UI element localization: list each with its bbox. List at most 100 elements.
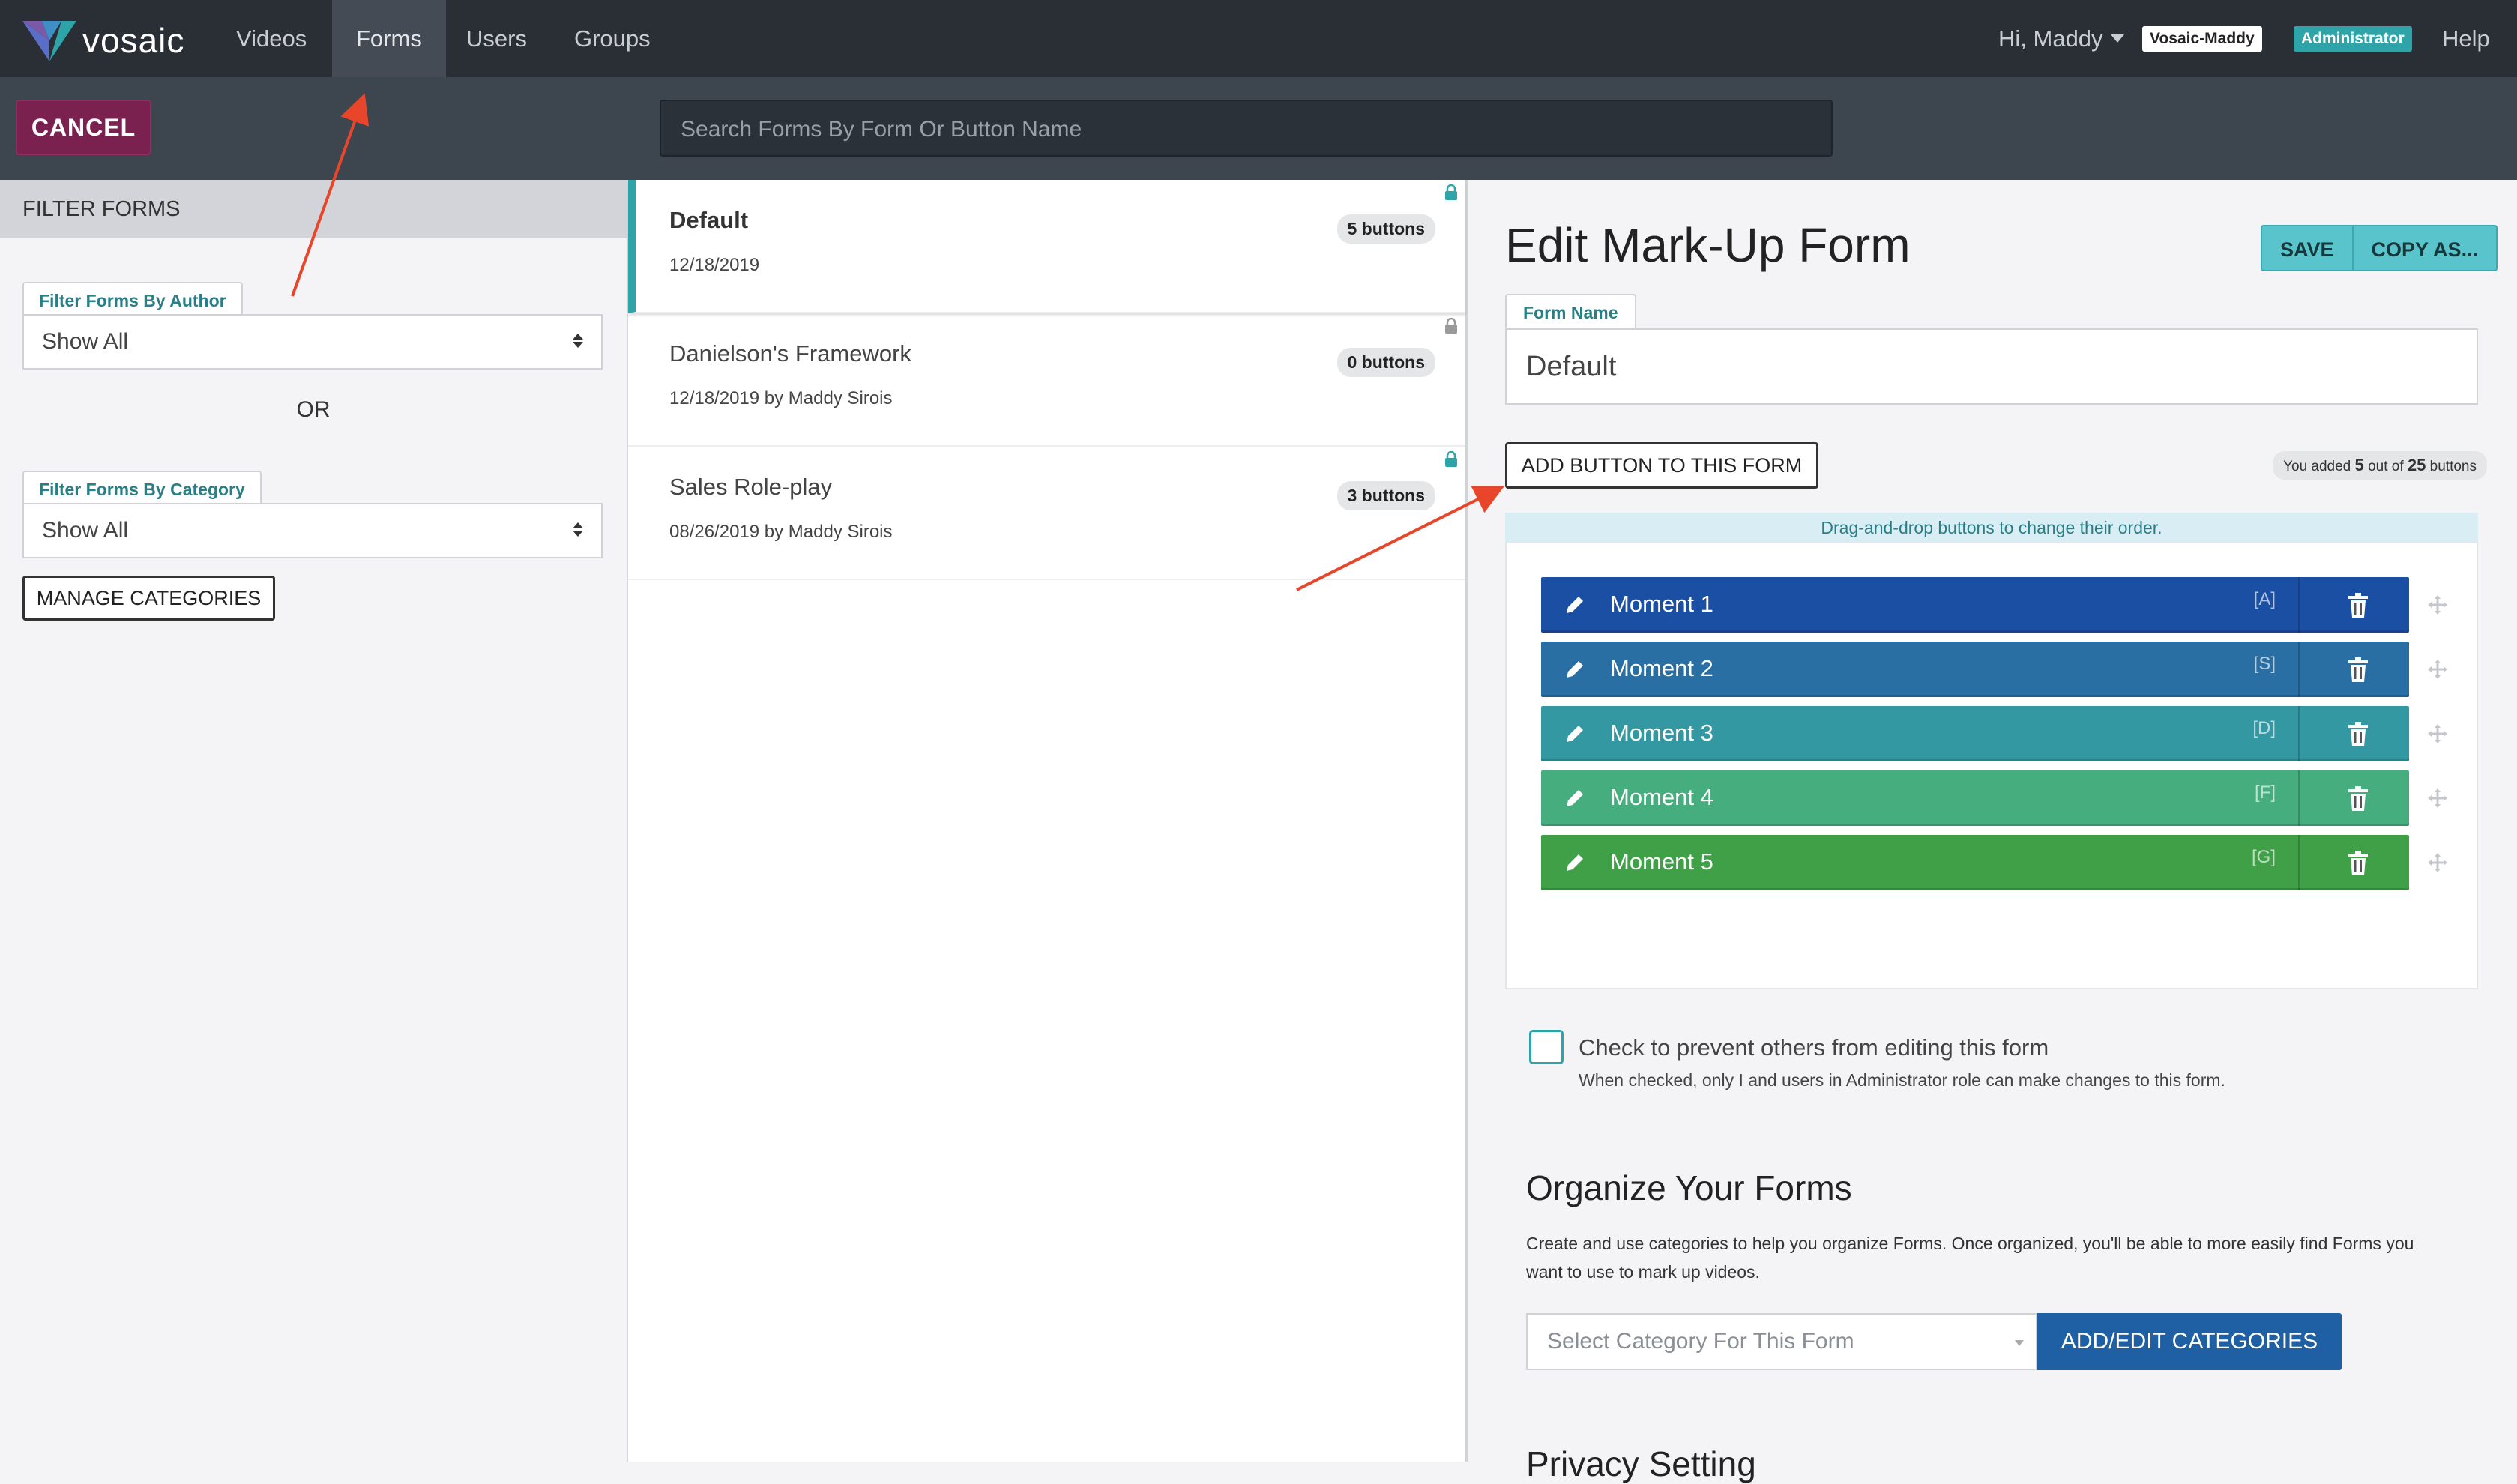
form-date: 08/26/2019 by Maddy Sirois bbox=[669, 522, 893, 542]
top-navbar: vosaic Videos Forms Users Groups Hi, Mad… bbox=[0, 0, 2517, 77]
author-select[interactable]: Show All bbox=[22, 314, 603, 370]
usage-prefix: You added bbox=[2283, 459, 2351, 474]
moment-shortcut: [G] bbox=[2251, 847, 2276, 867]
author-select-value: Show All bbox=[42, 329, 129, 354]
pencil-icon[interactable] bbox=[1562, 850, 1588, 875]
search-input[interactable]: Search Forms By Form Or Button Name bbox=[660, 100, 1833, 157]
edit-form-panel: Edit Mark-Up Form SAVE COPY AS... Form N… bbox=[1468, 180, 2517, 1483]
author-filter: Filter Forms By Author Show All bbox=[22, 280, 603, 370]
form-title: Default bbox=[669, 207, 749, 233]
category-select-value: Show All bbox=[42, 518, 129, 543]
trash-icon[interactable] bbox=[2347, 786, 2369, 812]
pencil-icon[interactable] bbox=[1562, 721, 1588, 746]
page-title: Edit Mark-Up Form bbox=[1505, 218, 1911, 272]
usage-max: 25 bbox=[2407, 456, 2426, 474]
vosaic-logo-icon bbox=[22, 21, 76, 61]
pencil-icon[interactable] bbox=[1562, 657, 1588, 682]
nav-videos[interactable]: Videos bbox=[212, 0, 331, 77]
form-list-item[interactable]: Danielson's Framework 12/18/2019 by Madd… bbox=[628, 313, 1465, 447]
pencil-icon[interactable] bbox=[1562, 785, 1588, 811]
save-button[interactable]: SAVE bbox=[2261, 225, 2354, 271]
moment-shortcut: [F] bbox=[2255, 782, 2276, 803]
form-date: 12/18/2019 by Maddy Sirois bbox=[669, 388, 893, 408]
user-greeting[interactable]: Hi, Maddy bbox=[1998, 25, 2103, 52]
drag-handle-icon[interactable] bbox=[2427, 788, 2448, 809]
moment-button-3[interactable]: Moment 3 [D] bbox=[1541, 706, 2409, 761]
filter-panel: FILTER FORMS Filter Forms By Author Show… bbox=[0, 180, 628, 1462]
add-edit-categories-button[interactable]: ADD/EDIT CATEGORIES bbox=[2037, 1313, 2342, 1370]
usage-mid: out of bbox=[2368, 459, 2404, 474]
add-button-to-form-button[interactable]: ADD BUTTON TO THIS FORM bbox=[1505, 442, 1818, 489]
chevron-down-icon[interactable] bbox=[2110, 34, 2124, 43]
moment-button-4[interactable]: Moment 4 [F] bbox=[1541, 770, 2409, 826]
moment-shortcut: [A] bbox=[2253, 589, 2276, 609]
user-menu[interactable]: Hi, Maddy bbox=[1998, 0, 2124, 77]
select-arrows-icon bbox=[573, 334, 583, 348]
form-name-label: Form Name bbox=[1505, 294, 1636, 328]
trash-icon[interactable] bbox=[2347, 722, 2369, 747]
button-usage-badge: You added 5 out of 25 buttons bbox=[2273, 451, 2487, 480]
vosaic-logo[interactable]: vosaic bbox=[22, 18, 184, 63]
drag-handle-icon[interactable] bbox=[2427, 659, 2448, 680]
or-label: OR bbox=[296, 397, 331, 422]
moment-button-5[interactable]: Moment 5 [G] bbox=[1541, 835, 2409, 890]
divider bbox=[2298, 770, 2300, 826]
form-list-item[interactable]: Sales Role-play 08/26/2019 by Maddy Siro… bbox=[628, 447, 1465, 580]
logo-text: vosaic bbox=[82, 21, 185, 60]
category-filter-label: Filter Forms By Category bbox=[22, 471, 262, 504]
trash-icon[interactable] bbox=[2347, 851, 2369, 876]
form-title: Danielson's Framework bbox=[669, 340, 911, 367]
help-link[interactable]: Help bbox=[2442, 25, 2490, 52]
moment-label: Moment 3 bbox=[1610, 720, 1713, 746]
usage-count: 5 bbox=[2354, 456, 2364, 474]
form-list: Default 12/18/2019 5 buttons Danielson's… bbox=[628, 180, 1468, 1462]
manage-categories-button[interactable]: MANAGE CATEGORIES bbox=[22, 576, 275, 621]
nav-forms[interactable]: Forms bbox=[332, 0, 446, 77]
moment-shortcut: [D] bbox=[2252, 718, 2276, 738]
privacy-heading: Privacy Setting bbox=[1526, 1444, 1756, 1483]
usage-suffix: buttons bbox=[2429, 459, 2477, 474]
organize-description: Create and use categories to help you or… bbox=[1526, 1234, 2414, 1282]
moment-label: Moment 5 bbox=[1610, 848, 1713, 875]
moment-label: Moment 2 bbox=[1610, 655, 1713, 681]
form-name-input[interactable]: Default bbox=[1505, 328, 2478, 405]
category-filter: Filter Forms By Category Show All bbox=[22, 469, 603, 558]
category-select[interactable]: Select Category For This Form bbox=[1526, 1313, 2037, 1370]
trash-icon[interactable] bbox=[2347, 657, 2369, 683]
prevent-editing-checkbox[interactable] bbox=[1529, 1030, 1564, 1064]
form-list-item[interactable]: Default 12/18/2019 5 buttons bbox=[628, 180, 1465, 313]
user-badge: Vosaic-Maddy bbox=[2142, 25, 2262, 52]
drag-handle-icon[interactable] bbox=[2427, 723, 2448, 744]
nav-users[interactable]: Users bbox=[442, 0, 551, 77]
save-button-group: SAVE COPY AS... bbox=[2261, 225, 2498, 271]
moment-label: Moment 4 bbox=[1610, 784, 1713, 810]
moment-button-2[interactable]: Moment 2 [S] bbox=[1541, 642, 2409, 697]
cancel-button[interactable]: CANCEL bbox=[16, 100, 151, 155]
lock-icon bbox=[1445, 184, 1457, 200]
prevent-editing-label: Check to prevent others from editing thi… bbox=[1579, 1034, 2049, 1061]
nav-groups[interactable]: Groups bbox=[550, 0, 675, 77]
pencil-icon[interactable] bbox=[1562, 592, 1588, 618]
moment-button-1[interactable]: Moment 1 [A] bbox=[1541, 577, 2409, 633]
trash-icon[interactable] bbox=[2347, 593, 2369, 618]
action-bar: CANCEL Search Forms By Form Or Button Na… bbox=[0, 77, 2517, 180]
button-count-badge: 3 buttons bbox=[1336, 481, 1435, 510]
prevent-editing-help: When checked, only I and users in Admini… bbox=[1579, 1070, 2225, 1090]
drag-drop-hint: Drag-and-drop buttons to change their or… bbox=[1505, 513, 2478, 543]
lock-icon bbox=[1445, 451, 1457, 467]
divider bbox=[2298, 835, 2300, 890]
form-date: 12/18/2019 bbox=[669, 255, 760, 275]
lock-icon bbox=[1445, 318, 1457, 334]
moment-shortcut: [S] bbox=[2253, 654, 2276, 674]
divider bbox=[2298, 706, 2300, 761]
select-arrows-icon bbox=[573, 522, 583, 537]
category-select[interactable]: Show All bbox=[22, 503, 603, 558]
drag-handle-icon[interactable] bbox=[2427, 594, 2448, 615]
filter-heading: FILTER FORMS bbox=[0, 180, 627, 238]
organize-heading: Organize Your Forms bbox=[1526, 1168, 1852, 1207]
form-title: Sales Role-play bbox=[669, 474, 833, 500]
drag-handle-icon[interactable] bbox=[2427, 852, 2448, 873]
copy-as-button[interactable]: COPY AS... bbox=[2353, 225, 2498, 271]
author-filter-label: Filter Forms By Author bbox=[22, 282, 243, 316]
form-buttons-area: Moment 1 [A] Moment 2 [S] Moment 3 [D] M… bbox=[1505, 543, 2478, 989]
